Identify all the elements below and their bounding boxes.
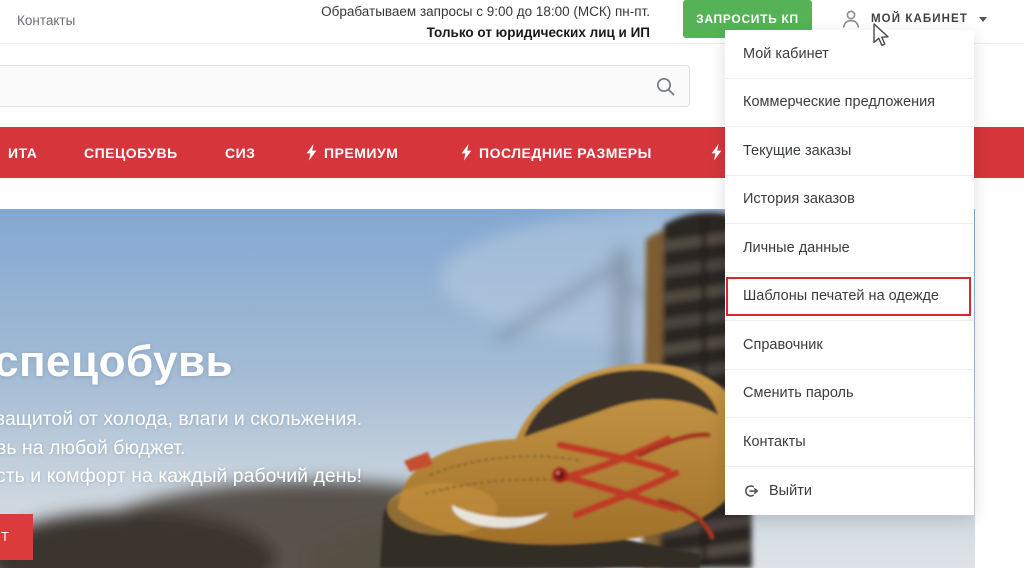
- hero-heading: спецобувь: [0, 337, 234, 386]
- slider-cta-label: Т: [1, 529, 9, 544]
- nav-item-specobuv[interactable]: СПЕЦОБУВЬ: [84, 127, 178, 178]
- menu-item-label: История заказов: [743, 191, 855, 208]
- menu-item-order-history[interactable]: История заказов: [725, 176, 974, 224]
- menu-item-label: Текущие заказы: [743, 142, 852, 159]
- legal-entities-line: Только от юридических лиц и ИП: [426, 25, 650, 40]
- menu-item-my-cabinet[interactable]: Мой кабинет: [725, 30, 974, 79]
- nav-item-label: СПЕЦОБУВЬ: [84, 144, 178, 161]
- lightning-icon: [306, 144, 317, 161]
- person-icon: [842, 10, 860, 28]
- menu-item-label: Личные данные: [743, 239, 850, 256]
- account-dropdown-menu: Мой кабинет Коммерческие предложения Тек…: [725, 30, 974, 515]
- hero-line: сть и комфорт на каждый рабочий день!: [0, 465, 363, 487]
- menu-item-reference[interactable]: Справочник: [725, 321, 974, 370]
- hours-line: Обрабатываем запросы с 9:00 до 18:00 (МС…: [321, 4, 650, 19]
- menu-item-commercial-offers[interactable]: Коммерческие предложения: [725, 79, 974, 127]
- menu-item-personal-data[interactable]: Личные данные: [725, 224, 974, 273]
- menu-item-contacts[interactable]: Контакты: [725, 418, 974, 467]
- search-input[interactable]: [0, 65, 690, 107]
- menu-item-label: Мой кабинет: [743, 45, 829, 62]
- menu-item-change-password[interactable]: Сменить пароль: [725, 370, 974, 418]
- hero-line: защитой от холода, влаги и скольжения.: [0, 408, 363, 430]
- menu-item-label: Шаблоны печатей на одежде: [743, 288, 939, 305]
- menu-item-label: Контакты: [743, 433, 806, 450]
- lightning-icon: [461, 144, 472, 161]
- nav-item-label: ПРЕМИУМ: [324, 144, 399, 161]
- nav-item-label: СИЗ: [225, 144, 256, 161]
- slider-cta-button[interactable]: Т: [0, 514, 33, 560]
- nav-item-siz[interactable]: СИЗ: [225, 127, 255, 178]
- nav-item-ita[interactable]: ИТА: [8, 127, 37, 178]
- menu-item-label: Сменить пароль: [743, 385, 854, 402]
- account-label: МОЙ КАБИНЕТ: [871, 13, 968, 25]
- search-icon[interactable]: [655, 76, 676, 97]
- lightning-icon: [711, 144, 722, 161]
- hero-text: защитой от холода, влаги и скольжения. в…: [0, 405, 362, 491]
- nav-item-label: ПОСЛЕДНИЕ РАЗМЕРЫ: [479, 144, 652, 161]
- nav-item-premium[interactable]: ПРЕМИУМ: [306, 127, 398, 178]
- contacts-link[interactable]: Контакты: [17, 13, 75, 28]
- account-menu-trigger[interactable]: МОЙ КАБИНЕТ: [840, 8, 987, 30]
- working-hours-info: Обрабатываем запросы с 9:00 до 18:00 (МС…: [321, 4, 650, 40]
- nav-item-last-sizes[interactable]: ПОСЛЕДНИЕ РАЗМЕРЫ: [461, 127, 652, 178]
- logout-icon: [745, 485, 758, 497]
- menu-item-label: Справочник: [743, 336, 823, 353]
- menu-item-label: Выйти: [769, 482, 812, 499]
- page: Контакты Обрабатываем запросы с 9:00 до …: [0, 0, 1024, 568]
- hero-line: вь на любой бюджет.: [0, 436, 186, 459]
- nav-item-label: ИТА: [8, 144, 38, 161]
- menu-item-current-orders[interactable]: Текущие заказы: [725, 127, 974, 176]
- menu-item-print-templates[interactable]: Шаблоны печатей на одежде: [725, 273, 974, 321]
- menu-item-logout[interactable]: Выйти: [725, 467, 974, 516]
- caret-down-icon: [978, 16, 987, 22]
- menu-item-label: Коммерческие предложения: [743, 94, 936, 111]
